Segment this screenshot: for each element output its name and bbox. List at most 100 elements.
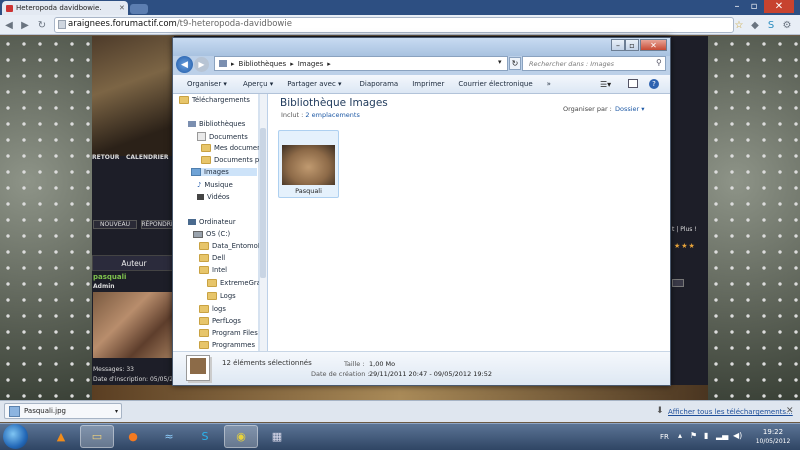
nav-documents[interactable]: Documents	[197, 132, 248, 141]
explorer-maximize-icon[interactable]: ▫	[625, 39, 639, 51]
breadcrumb-dropdown-icon[interactable]: ▸	[327, 60, 331, 68]
clock-date[interactable]: 10/05/2012	[752, 438, 794, 445]
nav-folder[interactable]: Data_EntomoD	[199, 242, 263, 250]
nav-public-documents[interactable]: Documents pu	[201, 156, 264, 164]
email-button[interactable]: Courrier électronique	[458, 80, 532, 88]
nav-folder[interactable]: Program Files (	[199, 329, 263, 337]
folder-icon	[207, 279, 217, 287]
forum-banner-image	[92, 36, 174, 156]
nav-os-drive[interactable]: OS (C:)	[193, 230, 230, 238]
tab-close-icon[interactable]: ✕	[119, 4, 125, 12]
new-tab-button[interactable]	[130, 4, 148, 14]
language-indicator[interactable]: FR	[660, 433, 669, 441]
nav-folder[interactable]: Logs	[207, 292, 236, 300]
nav-folder[interactable]: PerfLogs	[199, 317, 241, 325]
page-icon	[58, 20, 66, 29]
start-button-icon[interactable]	[3, 424, 28, 449]
preview-pane-icon[interactable]	[628, 79, 638, 88]
browser-tab[interactable]: Heteropoda davidbowie. ✕	[2, 1, 128, 15]
videos-icon	[197, 194, 204, 200]
reply-button[interactable]: RÉPONDRE	[141, 220, 175, 229]
site-nav-back[interactable]: RETOUR	[92, 154, 119, 161]
download-item[interactable]: Pasquali.jpg ▾	[4, 403, 122, 419]
explorer-nav-pane: Téléchargements Bibliothèques Documents …	[173, 94, 267, 351]
battery-icon[interactable]: ▮	[704, 431, 708, 440]
help-icon[interactable]: ?	[649, 79, 659, 89]
clock-time[interactable]: 19:22	[752, 428, 794, 436]
maximize-icon[interactable]: ▫	[746, 0, 762, 13]
messenger-icon[interactable]: ≈	[152, 425, 186, 448]
nav-downloads[interactable]: Téléchargements	[179, 96, 250, 104]
minimize-icon[interactable]: –	[729, 0, 745, 13]
nav-folder[interactable]: logs	[199, 305, 226, 313]
forum-footer-image	[92, 385, 708, 400]
more-commands-button[interactable]: »	[547, 80, 551, 88]
nav-folder[interactable]: Programmes	[199, 341, 255, 349]
nav-libraries[interactable]: Bibliothèques	[188, 120, 245, 128]
forward-arrow-icon[interactable]: ▶	[18, 18, 32, 32]
author-name[interactable]: pasquali	[93, 273, 126, 281]
firefox-icon[interactable]: ●	[116, 425, 150, 448]
drive-icon	[193, 230, 203, 238]
back-arrow-icon[interactable]: ◀	[2, 18, 16, 32]
new-topic-button[interactable]: NOUVEAU	[93, 220, 137, 229]
nav-label: Images	[204, 168, 229, 176]
explorer-address-bar[interactable]: ▸ Bibliothèques ▸ Images ▸	[214, 56, 508, 71]
explorer-forward-icon[interactable]: ▶	[194, 57, 209, 72]
nav-folder[interactable]: Intel	[199, 266, 227, 274]
search-icon[interactable]: ⚲	[656, 58, 662, 67]
date-label: Date de création :	[311, 370, 370, 378]
breadcrumb-libraries[interactable]: Bibliothèques	[239, 60, 287, 68]
close-window-icon[interactable]: ✕	[764, 0, 794, 13]
reload-icon[interactable]: ↻	[35, 18, 49, 32]
skype-icon[interactable]: S	[764, 18, 778, 32]
vlc-icon[interactable]: ▲	[44, 425, 78, 448]
show-all-downloads-link[interactable]: Afficher tous les téléchargements...	[668, 408, 793, 416]
nav-label: Programmes	[212, 341, 256, 349]
profile-button[interactable]	[672, 279, 684, 287]
share-menu[interactable]: Partager avec ▾	[287, 80, 341, 88]
site-nav-calendar[interactable]: CALENDRIER	[126, 154, 169, 161]
nav-my-documents[interactable]: Mes document	[201, 144, 264, 152]
tray-expand-icon[interactable]: ▴	[678, 431, 682, 440]
explorer-titlebar[interactable]	[173, 38, 670, 56]
explorer-minimize-icon[interactable]: –	[611, 39, 625, 51]
wrench-icon[interactable]: ⚙	[780, 18, 794, 32]
slideshow-button[interactable]: Diaporama	[360, 80, 399, 88]
chrome-taskbar-icon[interactable]: ◉	[224, 425, 258, 448]
nav-label: Musique	[204, 181, 233, 189]
extension-icon[interactable]: ◆	[748, 18, 762, 32]
locations-link[interactable]: 2 emplacements	[305, 111, 359, 119]
nav-music[interactable]: ♪ Musique	[197, 181, 233, 189]
refresh-icon[interactable]: ↻	[509, 57, 521, 70]
bookmark-star-icon[interactable]: ☆	[732, 18, 746, 32]
explorer-search-input[interactable]: Rechercher dans : Images	[522, 56, 666, 71]
preview-menu[interactable]: Aperçu ▾	[243, 80, 273, 88]
network-icon[interactable]: ▂▄	[716, 431, 728, 440]
post-author-header: Auteur	[92, 255, 176, 271]
action-center-flag-icon[interactable]: ⚑	[690, 431, 697, 440]
nav-computer[interactable]: Ordinateur	[188, 218, 236, 226]
nav-videos[interactable]: Vidéos	[197, 193, 230, 201]
print-button[interactable]: Imprimer	[412, 80, 444, 88]
more-link[interactable]: t | Plus !	[672, 226, 697, 233]
organize-menu[interactable]: Organiser ▾	[187, 80, 227, 88]
explorer-close-icon[interactable]: ✕	[640, 39, 667, 51]
nav-folder[interactable]: Dell	[199, 254, 225, 262]
nav-scrollbar-thumb[interactable]	[260, 128, 266, 278]
download-menu-icon[interactable]: ▾	[115, 408, 118, 415]
skype-taskbar-icon[interactable]: S	[188, 425, 222, 448]
breadcrumb-images[interactable]: Images	[298, 60, 324, 68]
library-icon	[188, 121, 196, 127]
selected-count: 12 éléments sélectionnés	[222, 359, 312, 367]
arrange-by-dropdown[interactable]: Dossier ▾	[615, 105, 645, 113]
address-dropdown-icon[interactable]: ▾	[498, 58, 502, 66]
volume-icon[interactable]: ◀)	[733, 431, 742, 440]
close-download-bar-icon[interactable]: ✕	[786, 406, 794, 416]
explorer-taskbar-icon[interactable]: ▭	[80, 425, 114, 448]
app-icon[interactable]: ▦	[260, 425, 294, 448]
nav-images[interactable]: Images	[191, 168, 257, 176]
documents-icon	[197, 132, 206, 141]
explorer-back-icon[interactable]: ◀	[176, 56, 193, 73]
view-options-icon[interactable]: ☰▾	[600, 80, 611, 89]
